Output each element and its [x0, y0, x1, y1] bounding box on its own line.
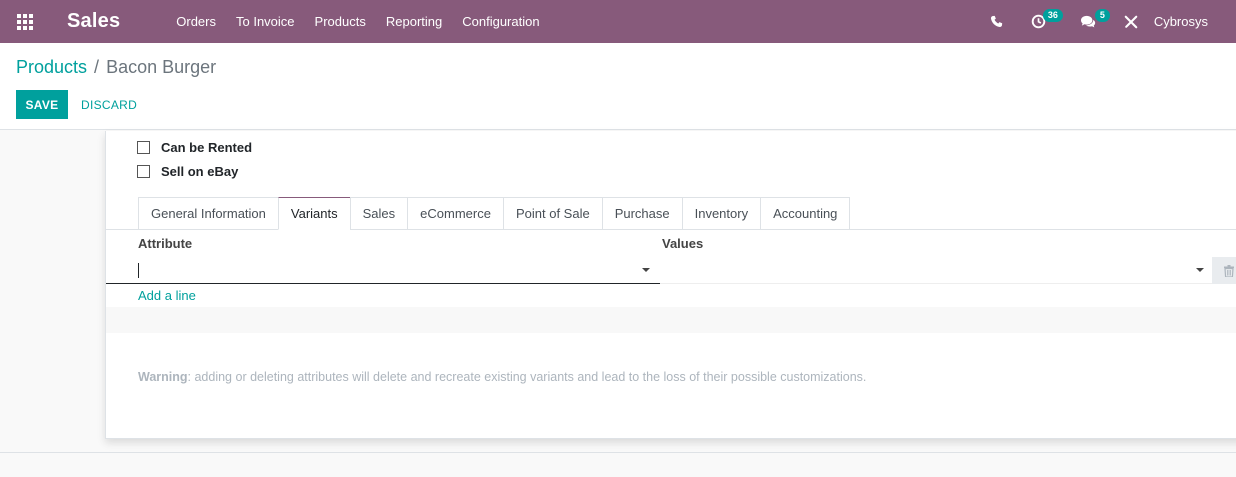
user-menu[interactable]: Cybrosys: [1148, 14, 1208, 29]
systray: 36 5 Cybrosys: [980, 0, 1236, 43]
control-panel: Products / Bacon Burger SAVE DISCARD: [0, 43, 1236, 130]
values-input[interactable]: [660, 257, 1212, 284]
phone-button[interactable]: [980, 0, 1013, 43]
menu-products[interactable]: Products: [305, 0, 376, 43]
tab-purchase[interactable]: Purchase: [601, 197, 682, 230]
tab-general-information[interactable]: General Information: [138, 197, 278, 230]
notebook-tabs: General Information Variants Sales eComm…: [138, 197, 851, 230]
warning-text: : adding or deleting attributes will del…: [187, 370, 867, 384]
sell-on-ebay-row: Sell on eBay: [137, 164, 238, 179]
values-column-header[interactable]: Values: [662, 236, 703, 251]
apps-menu-button[interactable]: [0, 0, 50, 43]
main-menu: Orders To Invoice Products Reporting Con…: [166, 0, 549, 43]
breadcrumb-products-link[interactable]: Products: [16, 57, 87, 78]
sell-on-ebay-label[interactable]: Sell on eBay: [161, 164, 238, 179]
top-navbar: Sales Orders To Invoice Products Reporti…: [0, 0, 1236, 43]
can-be-rented-label[interactable]: Can be Rented: [161, 140, 252, 155]
form-sheet: Can be Rented Sell on eBay General Infor…: [105, 131, 1236, 439]
delete-row-button[interactable]: [1212, 257, 1236, 284]
tab-accounting[interactable]: Accounting: [760, 197, 851, 230]
message-count-badge: 5: [1094, 9, 1110, 22]
attribute-dropdown-arrow-icon[interactable]: [642, 268, 650, 272]
breadcrumb-current: Bacon Burger: [106, 57, 217, 77]
breadcrumb: Products / Bacon Burger: [16, 57, 216, 78]
messages-button[interactable]: 5: [1070, 0, 1110, 43]
variants-warning: Warning: adding or deleting attributes w…: [138, 370, 866, 384]
sell-on-ebay-checkbox[interactable]: [137, 165, 150, 178]
debug-tools-button[interactable]: [1114, 0, 1148, 43]
menu-reporting[interactable]: Reporting: [376, 0, 452, 43]
values-dropdown-arrow-icon[interactable]: [1196, 268, 1204, 272]
tools-icon: [1124, 15, 1138, 28]
save-button[interactable]: SAVE: [16, 90, 68, 119]
tab-point-of-sale[interactable]: Point of Sale: [502, 197, 602, 230]
warning-label: Warning: [138, 370, 188, 384]
tab-sales[interactable]: Sales: [349, 197, 408, 230]
menu-orders[interactable]: Orders: [166, 0, 226, 43]
tab-inventory[interactable]: Inventory: [681, 197, 761, 230]
attribute-column-header[interactable]: Attribute: [138, 236, 192, 251]
breadcrumb-separator: /: [94, 57, 100, 77]
app-name[interactable]: Sales: [67, 10, 120, 33]
activity-button[interactable]: 36: [1021, 0, 1063, 43]
tab-ecommerce[interactable]: eCommerce: [407, 197, 503, 230]
list-footer-band: [106, 307, 1236, 333]
tab-variants[interactable]: Variants: [277, 197, 350, 230]
activity-count-badge: 36: [1042, 9, 1063, 22]
can-be-rented-row: Can be Rented: [137, 140, 252, 155]
discard-button[interactable]: DISCARD: [81, 90, 137, 119]
phone-icon: [990, 15, 1002, 28]
apps-grid-icon: [17, 13, 33, 30]
chat-bubbles-icon: [1080, 15, 1095, 27]
chatter-divider: [0, 452, 1236, 453]
attribute-input[interactable]: [106, 257, 660, 284]
text-cursor: [138, 263, 139, 278]
menu-configuration[interactable]: Configuration: [452, 0, 549, 43]
can-be-rented-checkbox[interactable]: [137, 141, 150, 154]
add-a-line-link[interactable]: Add a line: [138, 288, 196, 303]
trash-icon: [1224, 264, 1234, 277]
menu-to-invoice[interactable]: To Invoice: [226, 0, 305, 43]
